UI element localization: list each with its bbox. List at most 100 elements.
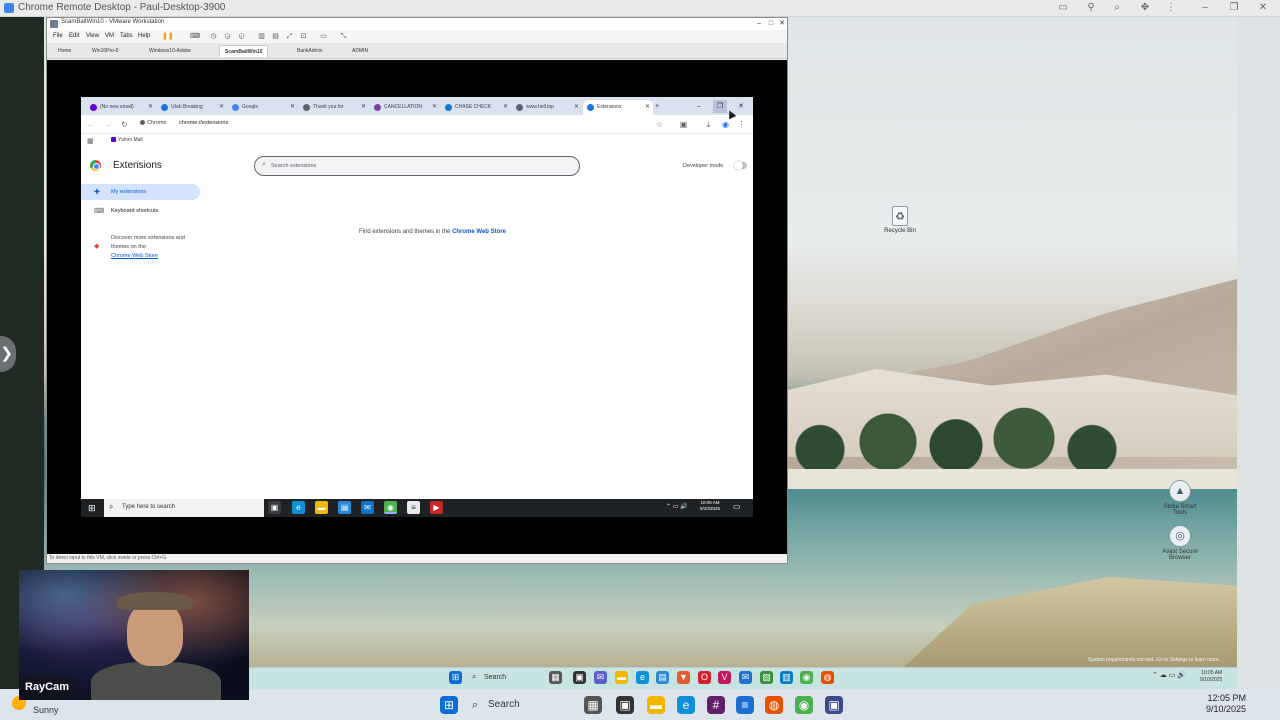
vivaldi-icon[interactable]: V bbox=[718, 671, 731, 684]
vm-tab-windows10-adobe[interactable]: Windows10-Adobe bbox=[144, 45, 196, 57]
vm-tab-home[interactable]: Home bbox=[53, 45, 76, 57]
back-icon[interactable]: ← bbox=[86, 119, 97, 130]
chrome-tab[interactable]: www.hell.top ✕ bbox=[512, 100, 582, 115]
chrome-tab[interactable]: CHASE CHECK ✕ bbox=[441, 100, 511, 115]
bookmark-yahoo-mail[interactable]: Yahoo Mail bbox=[111, 137, 143, 143]
widgets-icon[interactable]: ▦ bbox=[584, 696, 602, 714]
menu-help[interactable]: Help bbox=[138, 33, 150, 39]
find-web-store-link[interactable]: Chrome Web Store bbox=[452, 229, 506, 235]
chat-icon[interactable]: ✉ bbox=[594, 671, 607, 684]
remote-clock[interactable]: 10:05 AM 9/10/2025 bbox=[1200, 670, 1222, 684]
firefox-icon[interactable]: ◍ bbox=[821, 671, 834, 684]
pause-icon[interactable]: ❚❚ bbox=[162, 32, 174, 41]
stretch-icon[interactable]: ⤡ bbox=[339, 32, 348, 41]
address-bar[interactable]: chrome://extensions bbox=[179, 120, 228, 126]
store-icon[interactable]: ▤ bbox=[656, 671, 669, 684]
minimize-icon[interactable]: – bbox=[753, 18, 765, 30]
close-icon[interactable]: ✕ bbox=[432, 100, 437, 115]
chrome-site-chip[interactable]: Chrome bbox=[140, 120, 167, 126]
forward-icon[interactable]: → bbox=[103, 119, 114, 130]
vm-tab-win10pro[interactable]: Win10Pro-0 bbox=[87, 45, 123, 57]
close-icon[interactable]: ✕ bbox=[574, 100, 579, 115]
desktop-icon-recycle-bin[interactable]: ♻ Recycle Bin bbox=[880, 206, 920, 234]
mail-icon[interactable]: ✉ bbox=[739, 671, 752, 684]
reload-icon[interactable]: ↻ bbox=[119, 119, 130, 130]
windows-start-icon[interactable]: ⊞ bbox=[88, 503, 96, 514]
nav-keyboard-shortcuts[interactable]: Keyboard shortcuts bbox=[111, 208, 158, 214]
profile-icon[interactable]: ◉ bbox=[720, 119, 731, 130]
close-icon[interactable]: ✕ bbox=[148, 100, 153, 115]
thumbnail-icon[interactable]: ▤ bbox=[271, 32, 280, 41]
vm-tab-admin[interactable]: ADMIN bbox=[347, 45, 373, 57]
windows-start-icon[interactable]: ⊞ bbox=[440, 696, 458, 714]
slack-icon[interactable]: # bbox=[707, 696, 725, 714]
guest-clock[interactable]: 10:05 AM 9/10/2025 bbox=[700, 500, 720, 512]
chrome-tab[interactable]: Utah Breaking ✕ bbox=[157, 100, 227, 115]
more-icon[interactable]: ⋮ bbox=[1164, 2, 1178, 14]
remote-system-tray[interactable]: ⌃ ☁ ▭ 🔊 bbox=[1152, 671, 1186, 679]
close-icon[interactable]: ✕ bbox=[219, 100, 224, 115]
task-view-icon[interactable]: ▣ bbox=[573, 671, 586, 684]
pin-icon[interactable]: ⚲ bbox=[1084, 2, 1098, 14]
library-icon[interactable]: ▥ bbox=[257, 32, 266, 41]
windows-start-icon[interactable]: ⊞ bbox=[449, 671, 462, 684]
media-icon[interactable]: ▶ bbox=[430, 501, 443, 514]
desktop-icon-smart-tools[interactable]: ▲ Stoke Smart Tools bbox=[1160, 480, 1200, 516]
file-explorer-icon[interactable]: ▬ bbox=[647, 696, 665, 714]
remote-desktop-icon[interactable]: ▣ bbox=[825, 696, 843, 714]
file-explorer-icon[interactable]: ▬ bbox=[315, 501, 328, 514]
nav-my-extensions-label[interactable]: My extensions bbox=[111, 189, 146, 195]
remote-taskbar-search[interactable]: Search bbox=[470, 671, 552, 684]
close-icon[interactable]: ✕ bbox=[734, 100, 748, 113]
minimize-icon[interactable]: – bbox=[1198, 2, 1212, 14]
local-taskbar-search[interactable]: Search bbox=[466, 694, 576, 716]
notification-icon[interactable]: ▭ bbox=[733, 502, 741, 511]
send-keys-icon[interactable]: ⌨ bbox=[190, 32, 200, 41]
edge-icon[interactable]: e bbox=[677, 696, 695, 714]
discover-web-store-link[interactable]: Chrome Web Store bbox=[111, 253, 158, 259]
snapshot-icon[interactable]: ◷ bbox=[209, 32, 218, 41]
vm-tab-bankadmin[interactable]: BankAdmin bbox=[292, 45, 328, 57]
close-icon[interactable]: ✕ bbox=[503, 100, 508, 115]
widgets-icon[interactable]: ▦ bbox=[549, 671, 562, 684]
chrome-tab[interactable]: Google ✕ bbox=[228, 100, 298, 115]
desktop-icon-avast-browser[interactable]: ◎ Avast Secure Browser bbox=[1160, 525, 1200, 561]
app-icon[interactable]: ▥ bbox=[780, 671, 793, 684]
new-tab-button[interactable]: + bbox=[650, 100, 664, 113]
guest-system-tray[interactable]: ⌃ ▭ 🔊 bbox=[666, 503, 688, 510]
extensions-icon[interactable]: ✥ bbox=[1138, 2, 1152, 14]
vm-tab-scambaitwin10[interactable]: ScamBaitWin10 bbox=[219, 45, 269, 57]
extensions-search-input[interactable] bbox=[271, 160, 571, 172]
local-clock[interactable]: 12:05 PM 9/10/2025 bbox=[1206, 693, 1246, 715]
edge-icon[interactable]: e bbox=[636, 671, 649, 684]
manage-snapshots-icon[interactable]: ◵ bbox=[237, 32, 246, 41]
unity-icon[interactable]: ⊡ bbox=[299, 32, 308, 41]
close-icon[interactable]: ✕ bbox=[290, 100, 295, 115]
menu-file[interactable]: File bbox=[53, 33, 63, 39]
store-icon[interactable]: ▤ bbox=[338, 501, 351, 514]
task-view-icon[interactable]: ▣ bbox=[616, 696, 634, 714]
more-icon[interactable]: ⋮ bbox=[736, 119, 747, 130]
opera-icon[interactable]: O bbox=[698, 671, 711, 684]
close-icon[interactable]: ✕ bbox=[776, 18, 788, 30]
minimize-icon[interactable]: – bbox=[692, 100, 706, 113]
apps-grid-icon[interactable]: ▦ bbox=[87, 137, 94, 145]
chrome-tab-active[interactable]: Extensions ✕ bbox=[583, 100, 653, 115]
zoom-icon[interactable]: ⌕ bbox=[1110, 2, 1124, 14]
chrome-tab[interactable]: CANCELLATION ✕ bbox=[370, 100, 440, 115]
bookmark-star-icon[interactable]: ☆ bbox=[654, 119, 665, 130]
chrome-icon[interactable]: ◉ bbox=[384, 501, 397, 514]
menu-edit[interactable]: Edit bbox=[69, 33, 79, 39]
file-explorer-icon[interactable]: ▬ bbox=[615, 671, 628, 684]
dock-icon[interactable]: ▭ bbox=[1056, 2, 1070, 14]
chrome-tab[interactable]: Thank you for ✕ bbox=[299, 100, 369, 115]
app-icon[interactable]: ▧ bbox=[760, 671, 773, 684]
console-view-icon[interactable]: ▭ bbox=[319, 32, 328, 41]
chrome-tab[interactable]: (No new email) ✕ bbox=[86, 100, 156, 115]
chrome-icon[interactable]: ◉ bbox=[795, 696, 813, 714]
developer-mode-toggle[interactable] bbox=[734, 161, 747, 170]
menu-vm[interactable]: VM bbox=[105, 33, 114, 39]
chrome-icon[interactable]: ◉ bbox=[800, 671, 813, 684]
fullscreen-icon[interactable]: ⤢ bbox=[285, 32, 294, 41]
close-icon[interactable]: ✕ bbox=[1256, 2, 1270, 14]
